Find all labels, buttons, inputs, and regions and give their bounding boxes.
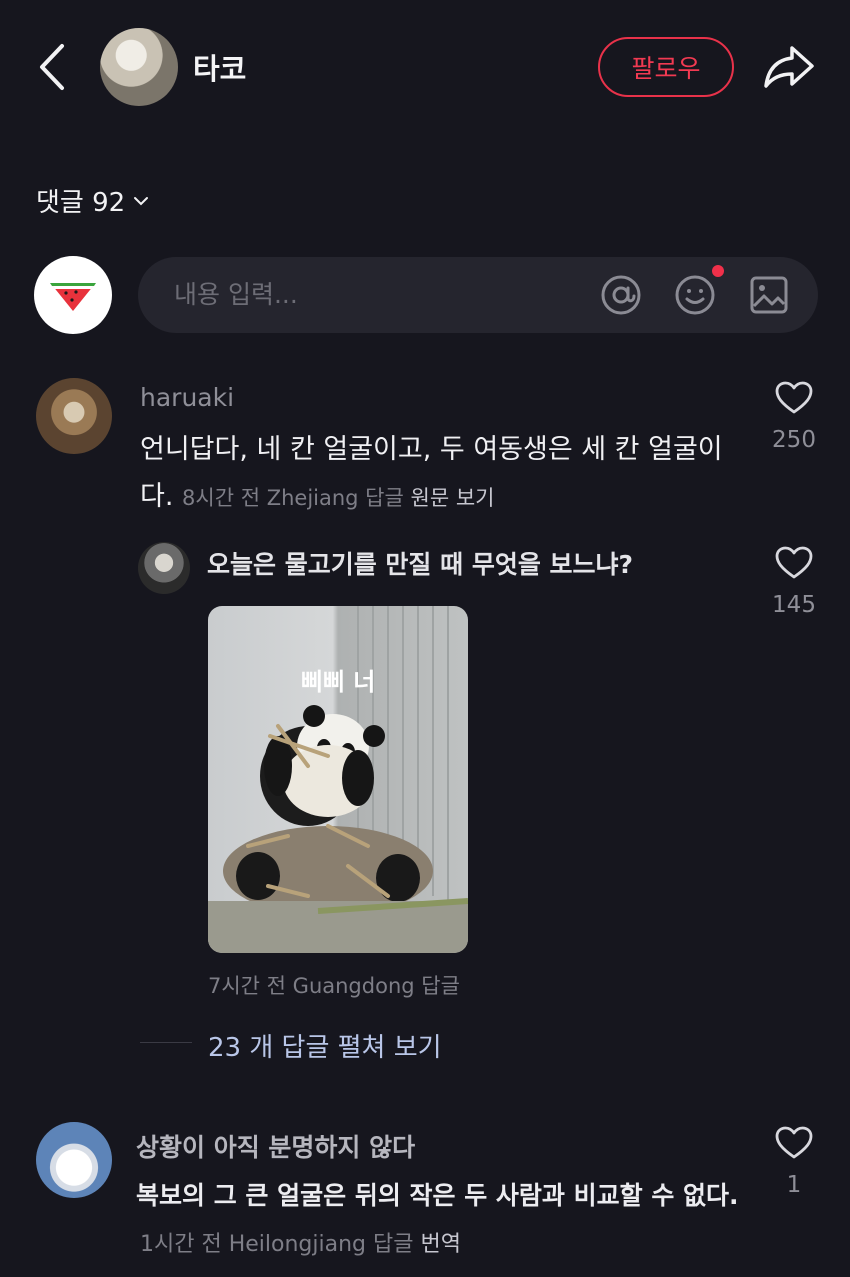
- my-avatar[interactable]: [34, 256, 112, 334]
- panda-illustration: [208, 606, 468, 953]
- like-count: 250: [772, 427, 816, 453]
- comment-meta: 1시간 전 Heilongjiang 답글 번역: [140, 1226, 461, 1258]
- at-icon[interactable]: [600, 274, 642, 316]
- comment-avatar[interactable]: [36, 1122, 112, 1198]
- author-avatar[interactable]: [100, 28, 178, 106]
- heart-icon: [775, 1126, 813, 1159]
- comment-username[interactable]: haruaki: [140, 383, 234, 412]
- like-button[interactable]: 250: [764, 381, 824, 453]
- translate-link[interactable]: 번역: [420, 1232, 460, 1257]
- share-icon: [764, 46, 814, 88]
- back-button[interactable]: [30, 40, 80, 94]
- reply-meta: 7시간 전 Guangdong 답글: [208, 974, 460, 998]
- author-name[interactable]: 타코: [193, 46, 246, 88]
- view-original-link[interactable]: 원문 보기: [411, 486, 495, 510]
- follow-button[interactable]: 팔로우: [598, 37, 734, 97]
- reply-avatar[interactable]: [138, 542, 190, 594]
- emoji-icon[interactable]: [674, 274, 716, 316]
- comment-avatar[interactable]: [36, 378, 112, 454]
- comment-count-label: 댓글 92: [36, 188, 126, 218]
- comment-meta: 8시간 전 Zhejiang 답글 원문 보기: [182, 486, 494, 510]
- reply-text: 오늘은 물고기를 만질 때 무엇을 보느냐?: [207, 550, 634, 579]
- comment-meta-text: 8시간 전 Zhejiang 답글: [182, 486, 404, 510]
- comment-body: 복보의 그 큰 얼굴은 뒤의 작은 두 사람과 비교할 수 없다.: [136, 1181, 739, 1210]
- like-count: 1: [786, 1172, 802, 1198]
- heart-icon: [775, 546, 813, 579]
- expand-divider: [140, 1042, 192, 1043]
- reply-like-button[interactable]: 145: [764, 546, 824, 618]
- comment-text: 언니답다, 네 칸 얼굴이고, 두 여동생은 세 칸 얼굴이다. 8시간 전 Z…: [140, 426, 740, 522]
- like-button[interactable]: 1: [764, 1126, 824, 1198]
- comment-input[interactable]: [174, 280, 554, 309]
- back-icon: [40, 44, 64, 90]
- comment-meta-text: 1시간 전 Heilongjiang 답글: [140, 1232, 414, 1257]
- reply-image-panda[interactable]: [208, 606, 468, 953]
- comment-count-toggle[interactable]: 댓글 92: [36, 182, 149, 219]
- notification-dot: [712, 265, 724, 277]
- reply-like-count: 145: [772, 592, 816, 618]
- share-button[interactable]: [760, 40, 820, 94]
- image-caption: 삐삐 너: [300, 668, 376, 696]
- chevron-down-icon: [134, 196, 149, 205]
- image-icon[interactable]: [748, 274, 790, 316]
- watermelon-icon: [50, 283, 96, 311]
- comment-username[interactable]: 상황이 아직 분명하지 않다: [136, 1128, 415, 1164]
- heart-icon: [775, 381, 813, 414]
- expand-replies-button[interactable]: 23 개 답글 펼쳐 보기: [208, 1027, 442, 1064]
